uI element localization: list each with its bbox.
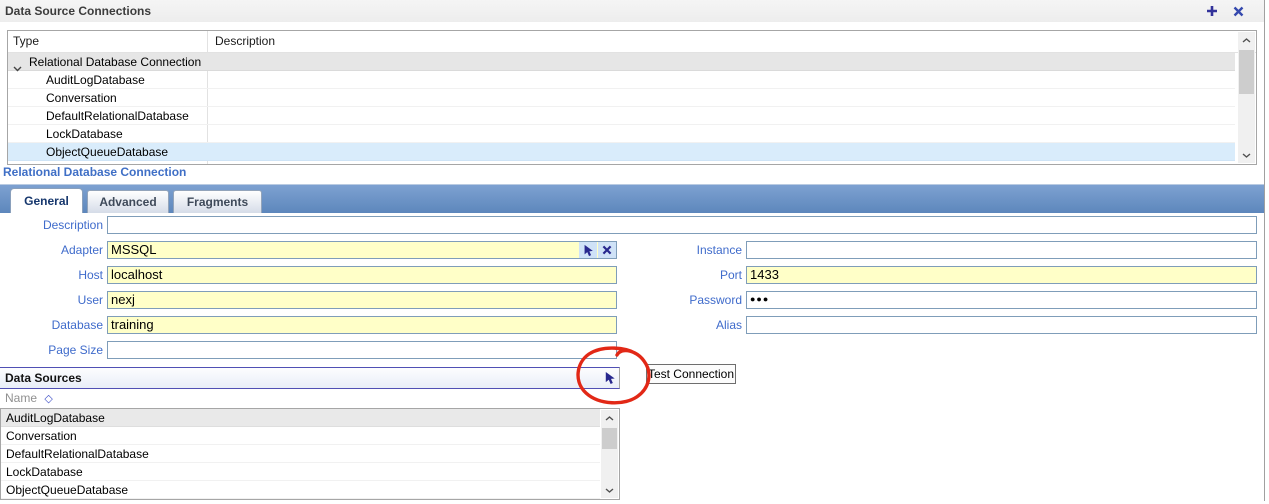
- row-label: Conversation: [46, 89, 117, 107]
- scroll-down-icon[interactable]: [1238, 147, 1255, 163]
- sort-diamond-icon: ◇: [44, 393, 52, 405]
- tab-bar: General Advanced Fragments: [0, 184, 1265, 213]
- table-row[interactable]: LockDatabase: [8, 125, 1235, 143]
- app-window: Data Source Connections Type Description…: [0, 0, 1269, 504]
- user-field[interactable]: nexj: [107, 291, 617, 309]
- row-label: LockDatabase: [46, 125, 123, 143]
- tab-fragments[interactable]: Fragments: [173, 190, 262, 213]
- add-icon[interactable]: [1204, 3, 1220, 19]
- vertical-scrollbar[interactable]: [1238, 32, 1255, 163]
- database-field[interactable]: training: [107, 316, 617, 334]
- description-field[interactable]: [107, 216, 1257, 234]
- list-item-selected[interactable]: AuditLogDatabase: [1, 409, 600, 427]
- tab-general[interactable]: General: [10, 188, 83, 213]
- adapter-value: MSSQL: [111, 242, 157, 257]
- scroll-down-icon[interactable]: [601, 482, 618, 498]
- list-item-label: DefaultRelationalDatabase: [6, 447, 149, 461]
- list-item-label: LockDatabase: [6, 465, 83, 479]
- list-item-label: ObjectQueueDatabase: [6, 483, 128, 497]
- scrollbar-thumb[interactable]: [602, 428, 617, 449]
- list-item[interactable]: ObjectQueueDatabase: [1, 481, 600, 499]
- list-item[interactable]: LockDatabase: [1, 463, 600, 481]
- adapter-picker: [578, 242, 616, 258]
- password-field[interactable]: ●●●: [746, 291, 1257, 309]
- port-field[interactable]: 1433: [746, 266, 1257, 284]
- alias-label: Alias: [620, 316, 742, 334]
- scrollbar-thumb[interactable]: [1239, 50, 1254, 94]
- list-item-label: AuditLogDatabase: [6, 411, 105, 425]
- clear-icon[interactable]: [598, 242, 616, 258]
- port-label: Port: [620, 266, 742, 284]
- section-header: Data Source Connections: [0, 0, 1264, 22]
- connections-table: Type Description Relational Database Con…: [7, 30, 1257, 165]
- tree-group-row[interactable]: Relational Database Connection: [8, 53, 1235, 71]
- adapter-field[interactable]: MSSQL: [107, 241, 617, 259]
- adapter-label: Adapter: [0, 241, 103, 259]
- host-label: Host: [0, 266, 103, 284]
- instance-label: Instance: [620, 241, 742, 259]
- description-label: Description: [0, 216, 103, 234]
- name-column-label: Name: [5, 391, 37, 405]
- list-item-label: Conversation: [6, 429, 77, 443]
- data-sources-select-cursor-icon[interactable]: [601, 370, 617, 386]
- database-label: Database: [0, 316, 103, 334]
- table-row[interactable]: AuditLogDatabase: [8, 71, 1235, 89]
- row-label: DefaultRelationalDatabase: [46, 107, 189, 125]
- detail-title: Relational Database Connection: [3, 165, 186, 179]
- close-icon[interactable]: [1230, 3, 1246, 19]
- alias-field[interactable]: [746, 316, 1257, 334]
- password-label: Password: [620, 291, 742, 309]
- page-size-field[interactable]: [107, 341, 617, 359]
- instance-field[interactable]: [746, 241, 1257, 259]
- page-title: Data Source Connections: [5, 0, 151, 22]
- tab-advanced[interactable]: Advanced: [87, 190, 169, 213]
- row-label: AuditLogDatabase: [46, 71, 145, 89]
- list-item[interactable]: DefaultRelationalDatabase: [1, 445, 600, 463]
- page-size-label: Page Size: [0, 341, 103, 359]
- name-column-header[interactable]: Name ◇: [0, 389, 620, 408]
- column-header-description[interactable]: Description: [215, 31, 275, 52]
- user-label: User: [0, 291, 103, 309]
- host-field[interactable]: localhost: [107, 266, 617, 284]
- row-label: ObjectQueueDatabase: [46, 143, 168, 161]
- test-connection-button[interactable]: Test Connection: [646, 364, 736, 384]
- data-sources-list: AuditLogDatabase Conversation DefaultRel…: [0, 408, 620, 500]
- select-cursor-icon[interactable]: [579, 242, 597, 258]
- vertical-scrollbar[interactable]: [601, 410, 618, 498]
- data-sources-header: Data Sources: [0, 367, 620, 389]
- data-sources-title: Data Sources: [5, 368, 82, 388]
- scroll-up-icon[interactable]: [601, 410, 618, 426]
- table-row[interactable]: Conversation: [8, 89, 1235, 107]
- table-row-selected[interactable]: ObjectQueueDatabase: [8, 143, 1235, 161]
- list-item[interactable]: Conversation: [1, 427, 600, 445]
- table-row[interactable]: DefaultRelationalDatabase: [8, 107, 1235, 125]
- column-header-type[interactable]: Type: [13, 31, 39, 52]
- window-border: [1264, 0, 1265, 501]
- tree-group-label: Relational Database Connection: [29, 53, 201, 71]
- scroll-up-icon[interactable]: [1238, 32, 1255, 48]
